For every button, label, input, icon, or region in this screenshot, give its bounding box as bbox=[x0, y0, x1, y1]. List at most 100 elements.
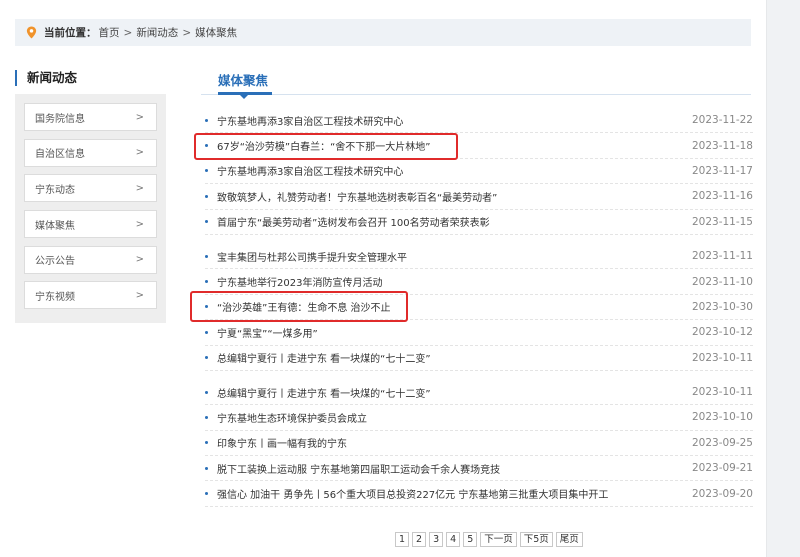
news-item[interactable]: 致敬筑梦人，礼赞劳动者！宁东基地选树表彰百名“最美劳动者” 2023-11-16 bbox=[205, 184, 753, 210]
sidebar-item-media-focus[interactable]: 媒体聚焦 > bbox=[24, 210, 157, 239]
news-item[interactable]: 宁夏“黑宝”“一煤多用” 2023-10-12 bbox=[205, 320, 753, 346]
bullet-icon bbox=[205, 144, 208, 148]
sidebar-item-label: 公示公告 bbox=[35, 256, 75, 268]
news-title[interactable]: 宁东基地再添3家自治区工程技术研究中心 bbox=[217, 163, 403, 178]
breadcrumb-news-link[interactable]: 新闻动态 bbox=[136, 25, 178, 40]
pagination: 1 2 3 4 5 下一页 下5页 尾页 bbox=[395, 532, 583, 547]
news-date: 2023-11-18 bbox=[691, 139, 753, 152]
right-edge-panel bbox=[766, 0, 800, 557]
news-item[interactable]: 总编辑宁夏行丨走进宁东 看一块煤的“七十二变” 2023-10-11 bbox=[205, 380, 753, 406]
bullet-icon bbox=[205, 194, 208, 198]
news-title[interactable]: 宁夏“黑宝”“一煤多用” bbox=[217, 325, 318, 340]
news-item[interactable]: 印象宁东丨画一幅有我的宁东 2023-09-25 bbox=[205, 431, 753, 457]
news-item[interactable]: 宁东基地举行2023年消防宣传月活动 2023-11-10 bbox=[205, 269, 753, 295]
news-item[interactable]: 宁东基地生态环境保护委员会成立 2023-10-10 bbox=[205, 405, 753, 431]
news-title[interactable]: 脱下工装换上运动服 宁东基地第四届职工运动会千余人赛场竞技 bbox=[217, 461, 500, 476]
breadcrumb-current: 媒体聚焦 bbox=[195, 27, 238, 39]
news-title[interactable]: 宁东基地举行2023年消防宣传月活动 bbox=[217, 274, 382, 289]
sidebar-item-label: 媒体聚焦 bbox=[35, 220, 75, 232]
next-page-button[interactable]: 下一页 bbox=[480, 532, 517, 547]
page-1-button[interactable]: 1 bbox=[395, 532, 410, 547]
news-title[interactable]: 宁东基地生态环境保护委员会成立 bbox=[217, 410, 367, 425]
location-pin-icon bbox=[26, 26, 37, 39]
breadcrumb-label: 当前位置： bbox=[44, 27, 97, 39]
sidebar-item-region[interactable]: 自治区信息 > bbox=[24, 138, 157, 167]
chevron-right-icon: > bbox=[135, 254, 144, 266]
news-title[interactable]: 印象宁东丨画一幅有我的宁东 bbox=[217, 435, 347, 450]
news-item[interactable]: 脱下工装换上运动服 宁东基地第四届职工运动会千余人赛场竞技 2023-09-21 bbox=[205, 456, 753, 482]
news-title[interactable]: 首届宁东“最美劳动者”选树发布会召开 100名劳动者荣获表彰 bbox=[217, 214, 490, 229]
news-item[interactable]: 宁东基地再添3家自治区工程技术研究中心 2023-11-22 bbox=[205, 108, 753, 134]
breadcrumb: 当前位置： 首页 > 新闻动态 > 媒体聚焦 bbox=[15, 19, 751, 46]
tab-notch-icon bbox=[240, 95, 248, 99]
news-title[interactable]: 总编辑宁夏行丨走进宁东 看一块煤的“七十二变” bbox=[217, 350, 431, 365]
sidebar-item-state-council[interactable]: 国务院信息 > bbox=[24, 103, 157, 131]
news-date: 2023-10-30 bbox=[691, 300, 753, 313]
bullet-icon bbox=[205, 492, 208, 496]
sidebar-item-label: 国务院信息 bbox=[35, 113, 85, 125]
sidebar-item-label: 自治区信息 bbox=[35, 149, 85, 161]
bullet-icon bbox=[205, 254, 208, 258]
bullet-icon bbox=[205, 118, 208, 122]
tab-media-focus[interactable]: 媒体聚焦 bbox=[218, 70, 268, 89]
news-item[interactable]: “治沙英雄”王有德：生命不息 治沙不止 2023-10-30 bbox=[205, 295, 753, 321]
news-date: 2023-10-11 bbox=[691, 386, 753, 399]
news-title[interactable]: 宁东基地再添3家自治区工程技术研究中心 bbox=[217, 113, 403, 128]
sidebar-item-ningdong-news[interactable]: 宁东动态 > bbox=[24, 174, 157, 203]
page-4-button[interactable]: 4 bbox=[446, 532, 461, 547]
news-title[interactable]: “治沙英雄”王有德：生命不息 治沙不止 bbox=[217, 299, 391, 314]
breadcrumb-separator: > bbox=[182, 26, 192, 39]
next-5-pages-button[interactable]: 下5页 bbox=[519, 532, 553, 547]
chevron-right-icon: > bbox=[135, 147, 144, 159]
news-date: 2023-09-25 bbox=[691, 436, 753, 449]
news-date: 2023-11-16 bbox=[691, 190, 753, 203]
news-title[interactable]: 强信心 加油干 勇争先丨56个重大项目总投资227亿元 宁东基地第三批重大项目集… bbox=[217, 486, 608, 501]
sidebar-title: 新闻动态 bbox=[15, 70, 77, 86]
news-title[interactable]: 总编辑宁夏行丨走进宁东 看一块煤的“七十二变” bbox=[217, 385, 431, 400]
news-date: 2023-10-11 bbox=[691, 351, 753, 364]
news-date: 2023-11-22 bbox=[691, 114, 753, 127]
sidebar: 国务院信息 > 自治区信息 > 宁东动态 > 媒体聚焦 > 公示公告 > 宁东视… bbox=[15, 94, 166, 323]
page-5-button[interactable]: 5 bbox=[463, 532, 478, 547]
last-page-button[interactable]: 尾页 bbox=[555, 532, 583, 547]
news-list: 宁东基地再添3家自治区工程技术研究中心 2023-11-22 67岁“治沙劳模”白… bbox=[205, 108, 753, 516]
news-group: 宁东基地再添3家自治区工程技术研究中心 2023-11-22 67岁“治沙劳模”白… bbox=[205, 108, 753, 235]
news-date: 2023-11-10 bbox=[691, 275, 753, 288]
news-title[interactable]: 宝丰集团与杜邦公司携手提升安全管理水平 bbox=[217, 249, 407, 264]
news-item[interactable]: 宝丰集团与杜邦公司携手提升安全管理水平 2023-11-11 bbox=[205, 244, 753, 270]
news-title[interactable]: 致敬筑梦人，礼赞劳动者！宁东基地选树表彰百名“最美劳动者” bbox=[217, 189, 497, 204]
bullet-icon bbox=[205, 305, 208, 309]
news-date: 2023-11-11 bbox=[691, 250, 753, 263]
news-date: 2023-11-15 bbox=[691, 215, 753, 228]
news-group: 宝丰集团与杜邦公司携手提升安全管理水平 2023-11-11 宁东基地举行2023… bbox=[205, 244, 753, 371]
bullet-icon bbox=[205, 390, 208, 394]
bullet-icon bbox=[205, 415, 208, 419]
news-date: 2023-09-20 bbox=[691, 487, 753, 500]
news-date: 2023-10-12 bbox=[691, 326, 753, 339]
news-item[interactable]: 首届宁东“最美劳动者”选树发布会召开 100名劳动者荣获表彰 2023-11-15 bbox=[205, 210, 753, 235]
sidebar-item-announcements[interactable]: 公示公告 > bbox=[24, 245, 157, 274]
bullet-icon bbox=[205, 466, 208, 470]
news-item[interactable]: 强信心 加油干 勇争先丨56个重大项目总投资227亿元 宁东基地第三批重大项目集… bbox=[205, 481, 753, 507]
page-2-button[interactable]: 2 bbox=[412, 532, 427, 547]
breadcrumb-home-link[interactable]: 首页 bbox=[99, 25, 120, 40]
page-3-button[interactable]: 3 bbox=[429, 532, 444, 547]
tab-divider bbox=[201, 94, 751, 95]
bullet-icon bbox=[205, 330, 208, 334]
news-item[interactable]: 67岁“治沙劳模”白春兰：“舍不下那一大片林地” 2023-11-18 bbox=[205, 133, 753, 159]
breadcrumb-separator: > bbox=[123, 26, 133, 39]
bullet-icon bbox=[205, 220, 208, 224]
news-date: 2023-09-21 bbox=[691, 462, 753, 475]
news-group: 总编辑宁夏行丨走进宁东 看一块煤的“七十二变” 2023-10-11 宁东基地生态… bbox=[205, 380, 753, 507]
bullet-icon bbox=[205, 169, 208, 173]
chevron-right-icon: > bbox=[135, 289, 144, 301]
news-item[interactable]: 总编辑宁夏行丨走进宁东 看一块煤的“七十二变” 2023-10-11 bbox=[205, 346, 753, 371]
sidebar-item-label: 宁东视频 bbox=[35, 291, 75, 303]
news-title[interactable]: 67岁“治沙劳模”白春兰：“舍不下那一大片林地” bbox=[217, 138, 430, 153]
bullet-icon bbox=[205, 356, 208, 360]
news-item[interactable]: 宁东基地再添3家自治区工程技术研究中心 2023-11-17 bbox=[205, 159, 753, 185]
news-date: 2023-11-17 bbox=[691, 164, 753, 177]
chevron-right-icon: > bbox=[135, 111, 144, 123]
sidebar-item-videos[interactable]: 宁东视频 > bbox=[24, 281, 157, 310]
bullet-icon bbox=[205, 280, 208, 284]
